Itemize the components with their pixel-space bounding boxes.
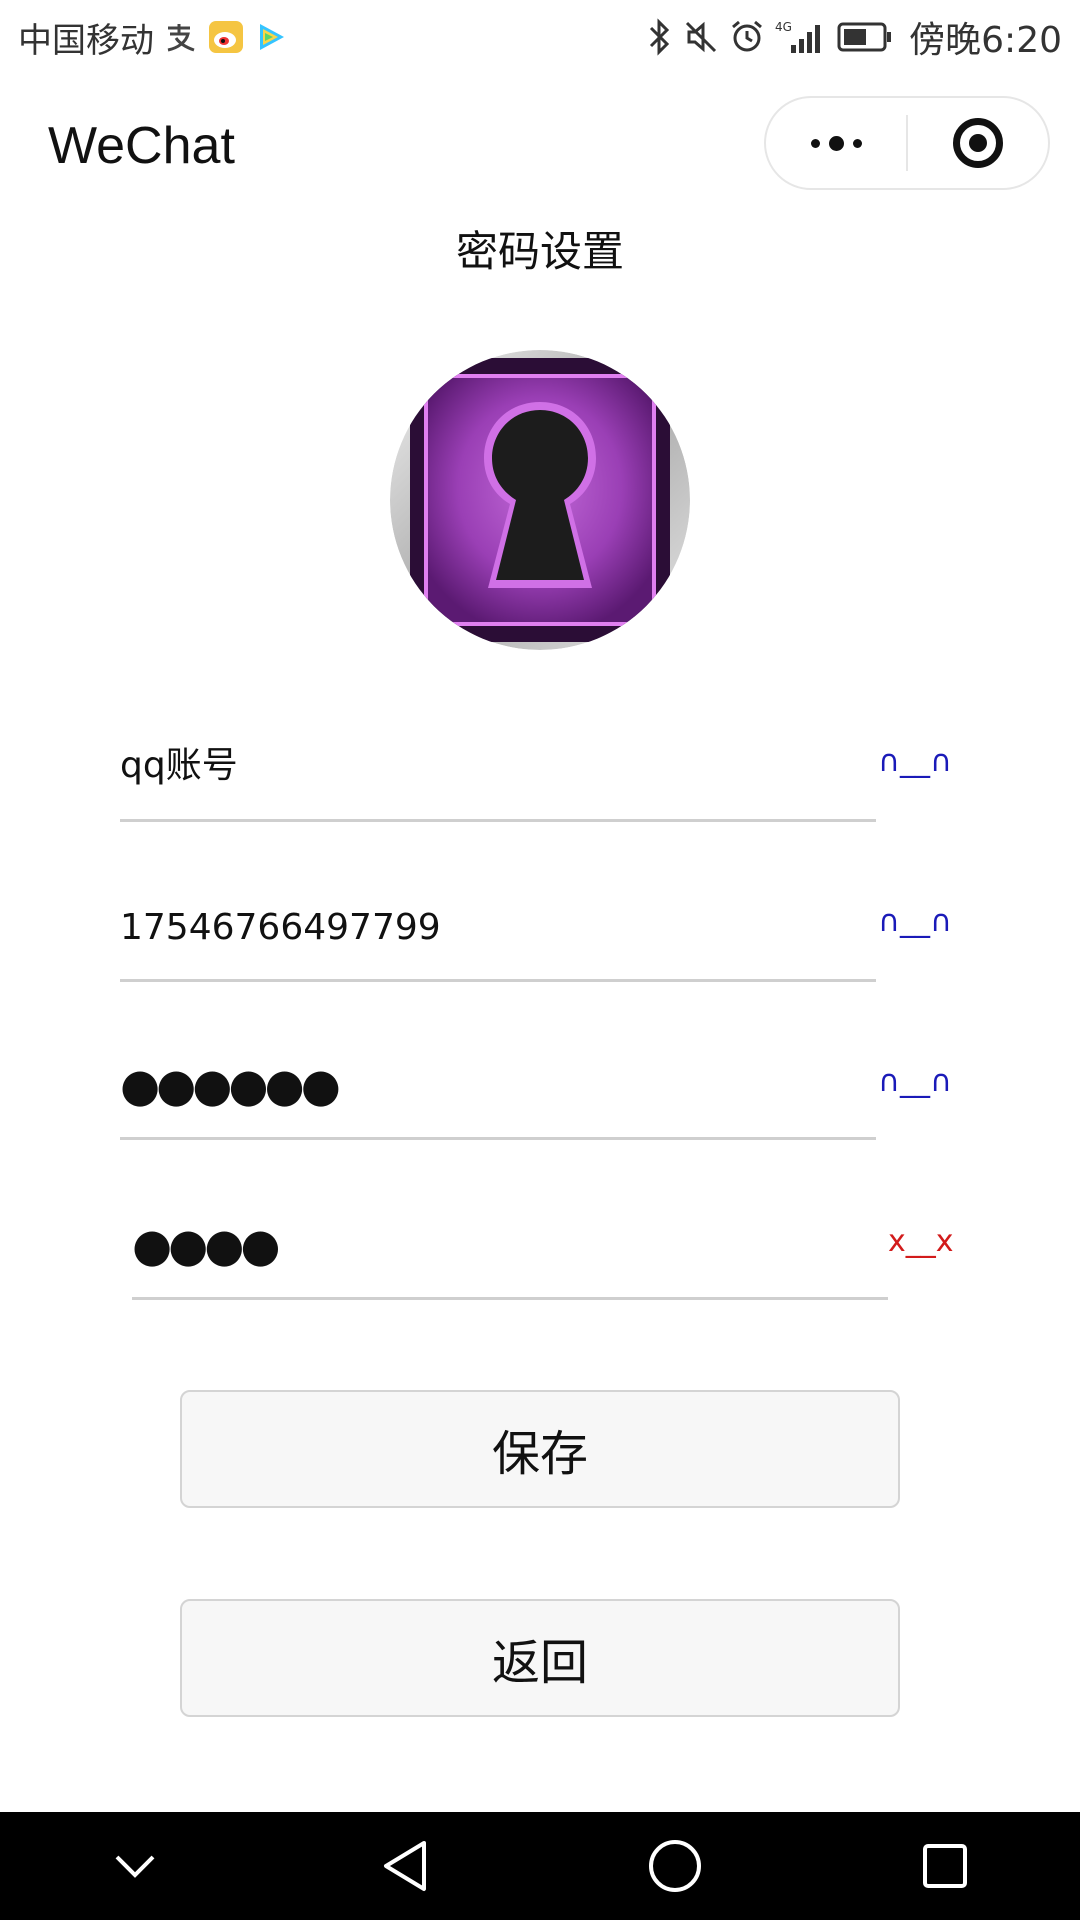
weibo-icon [208,20,244,54]
home-circle-icon[interactable] [630,1821,720,1911]
keyhole-lock-icon [390,350,690,650]
qq-account-input[interactable]: qq账号 [120,736,238,788]
target-circle-icon [952,118,1003,168]
back-triangle-icon[interactable] [360,1821,450,1911]
carrier-label: 中国移动 [18,20,154,61]
system-nav-bar [0,1812,1080,1920]
confirm-password-field[interactable]: ●●●● [132,1190,888,1300]
status-left: 中国移动 [18,13,288,62]
chevron-down-icon[interactable] [90,1821,180,1911]
more-dots-icon [810,135,862,151]
field-underline [120,819,876,822]
phone-field[interactable]: 17546766497799 [120,872,876,982]
app-title: WeChat [48,117,235,175]
field-underline [132,1297,888,1300]
page-title: 密码设置 [455,227,624,276]
signal-icon: 4G [775,19,827,55]
phone-input[interactable]: 17546766497799 [120,907,441,948]
alipay-icon [164,20,198,54]
field-underline [120,1137,876,1140]
save-button[interactable]: 保存 [180,1390,900,1508]
network-type: 4G [775,20,792,34]
title-bar: WeChat [0,92,1080,202]
qq-account-field[interactable]: qq账号 [120,712,876,822]
status-bar: 中国移动 4G 傍晚6:20 [0,0,1080,74]
password-status: ∩__∩ [878,1064,952,1099]
back-button[interactable]: 返回 [180,1599,900,1717]
phone-status: ∩__∩ [878,904,952,939]
confirm-password-input[interactable]: ●●●● [132,1218,281,1272]
bluetooth-icon [647,18,673,56]
field-underline [120,979,876,982]
video-app-icon [254,20,288,54]
close-mini-program-button[interactable] [908,98,1048,188]
mini-program-capsule [764,96,1050,190]
mute-icon [683,19,719,55]
password-input[interactable]: ●●●●●● [120,1058,341,1112]
password-field[interactable]: ●●●●●● [120,1030,876,1140]
battery-icon [837,21,893,53]
clock-time: 傍晚6:20 [909,20,1062,61]
qq-account-status: ∩__∩ [878,744,952,779]
recents-square-icon[interactable] [900,1821,990,1911]
confirm-password-status: x__x [888,1224,954,1259]
status-right: 4G 傍晚6:20 [647,11,1062,63]
alarm-icon [729,19,765,55]
more-button[interactable] [766,98,906,188]
